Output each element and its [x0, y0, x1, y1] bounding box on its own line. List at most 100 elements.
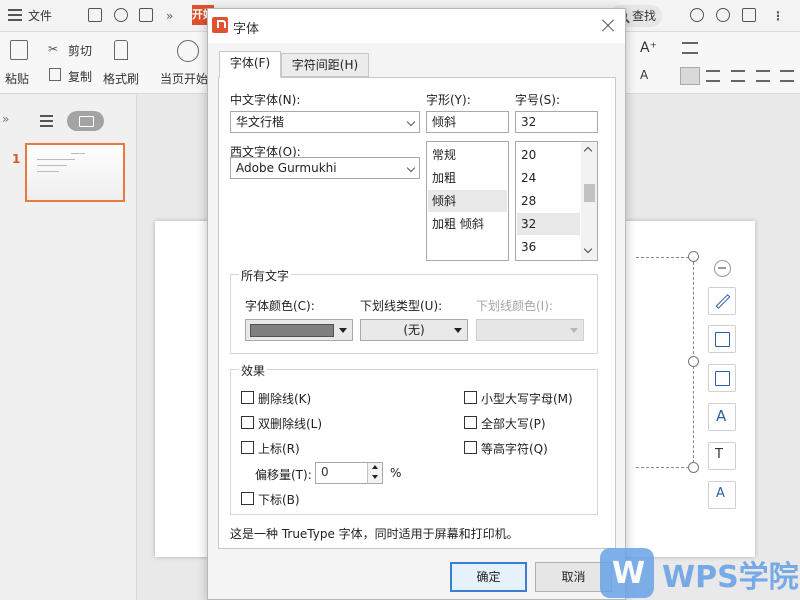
increment-icon[interactable] — [372, 465, 378, 469]
list-item[interactable]: 28 — [517, 190, 580, 212]
cut-button[interactable]: 剪切 — [68, 42, 92, 59]
western-font-select[interactable]: Adobe Gurmukhi — [230, 157, 420, 179]
format-painter-button[interactable]: 格式刷 — [103, 70, 139, 87]
underline-type-dropdown[interactable]: (无) — [360, 319, 468, 341]
outline-tool-button[interactable] — [708, 364, 736, 392]
align-center-icon[interactable] — [706, 70, 720, 82]
equal-height-label[interactable]: 等高字符(Q) — [481, 440, 548, 457]
collapse-pane-icon[interactable]: » — [2, 112, 9, 126]
selected-textbox[interactable] — [636, 257, 694, 468]
double-strikethrough-checkbox[interactable] — [241, 416, 254, 429]
copy-button[interactable]: 复制 — [68, 68, 92, 85]
text-format-tool-button[interactable]: A — [708, 481, 736, 509]
chevron-down-icon — [406, 163, 416, 173]
equal-height-checkbox[interactable] — [464, 441, 477, 454]
strikethrough-label[interactable]: 删除线(K) — [258, 390, 311, 407]
offset-value[interactable]: 0 — [321, 465, 329, 479]
dropdown-arrow-icon — [339, 328, 347, 333]
tab-character-spacing[interactable]: 字符间距(H) — [281, 53, 369, 77]
slide-thumbnail[interactable] — [25, 143, 125, 202]
paste-icon[interactable] — [10, 40, 28, 60]
dropdown-arrow-icon — [454, 328, 462, 333]
subscript-checkbox[interactable] — [241, 492, 254, 505]
decrement-icon[interactable] — [372, 475, 378, 479]
file-menu[interactable]: 文件 — [28, 7, 52, 25]
subscript-label[interactable]: 下标(B) — [258, 491, 300, 508]
chevron-down-icon — [406, 117, 416, 127]
list-item[interactable]: 24 — [517, 167, 580, 189]
from-current-slide-button[interactable]: 当页开始 — [160, 70, 208, 87]
list-item[interactable]: 加粗 倾斜 — [428, 213, 507, 235]
small-caps-label[interactable]: 小型大写字母(M) — [481, 390, 573, 407]
list-item[interactable]: 加粗 — [428, 167, 507, 189]
font-color-label: 字体颜色(C): — [245, 299, 315, 313]
fill-tool-button[interactable] — [708, 325, 736, 353]
text-box-tool-button[interactable]: T — [708, 442, 736, 470]
justify-icon[interactable] — [756, 70, 770, 82]
pen-tool-button[interactable] — [708, 287, 736, 315]
list-item[interactable]: 常规 — [428, 144, 507, 166]
scroll-down-icon[interactable] — [583, 244, 593, 254]
tab-font[interactable]: 字体(F) — [219, 51, 281, 78]
superscript-label[interactable]: 上标(R) — [258, 440, 300, 457]
paste-button[interactable]: 粘贴 — [5, 70, 29, 87]
pen-icon — [715, 294, 731, 309]
more-options-icon[interactable]: ⋮ — [772, 7, 784, 25]
search-label: 查找 — [632, 9, 657, 23]
font-color-swatch — [250, 324, 334, 337]
save-icon[interactable] — [88, 8, 102, 22]
all-text-title: 所有文字 — [239, 267, 292, 284]
close-icon[interactable] — [599, 17, 617, 35]
offset-label: 偏移量(T): — [255, 468, 312, 482]
distribute-icon[interactable] — [780, 70, 794, 82]
grow-font-icon[interactable]: A⁺ — [640, 40, 657, 56]
double-strikethrough-label[interactable]: 双删除线(L) — [258, 415, 322, 432]
list-item-selected[interactable]: 32 — [517, 213, 580, 235]
thumb-line — [71, 153, 85, 154]
font-size-list[interactable]: 20 24 28 32 36 — [515, 141, 598, 261]
spinner-buttons[interactable] — [367, 463, 382, 483]
font-color-dropdown[interactable] — [245, 319, 353, 341]
collapse-tools-icon[interactable] — [714, 260, 731, 277]
menu-icon[interactable] — [8, 9, 22, 21]
share-user-icon[interactable] — [716, 8, 730, 22]
print-icon[interactable] — [139, 8, 153, 22]
offset-spinner[interactable]: 0 — [315, 462, 383, 484]
chinese-font-label: 中文字体(N): — [230, 93, 301, 107]
thumbnail-view-toggle[interactable] — [67, 111, 104, 131]
align-right-icon[interactable] — [731, 70, 745, 82]
scroll-up-icon[interactable] — [583, 146, 593, 156]
superscript-checkbox[interactable] — [241, 441, 254, 454]
font-style-list[interactable]: 常规 加粗 倾斜 加粗 倾斜 — [426, 141, 509, 261]
resize-handle[interactable] — [688, 462, 699, 473]
font-style-input[interactable]: 倾斜 — [426, 111, 509, 133]
resize-handle[interactable] — [688, 356, 699, 367]
align-left-icon[interactable] — [680, 67, 700, 85]
shape-outline-icon — [715, 371, 730, 386]
font-color-icon[interactable]: A — [640, 68, 648, 82]
scissors-icon: ✂ — [48, 42, 59, 56]
underline-color-label: 下划线颜色(I): — [476, 299, 553, 313]
ok-button[interactable]: 确定 — [450, 562, 527, 592]
list-item[interactable]: 36 — [517, 236, 580, 258]
all-caps-label[interactable]: 全部大写(P) — [481, 415, 546, 432]
fill-bucket-icon — [715, 332, 730, 347]
list-item-selected[interactable]: 倾斜 — [428, 190, 507, 212]
strikethrough-checkbox[interactable] — [241, 391, 254, 404]
resize-handle[interactable] — [688, 251, 699, 262]
bullets-icon[interactable] — [682, 42, 698, 54]
scrollbar[interactable] — [581, 142, 597, 260]
all-caps-checkbox[interactable] — [464, 416, 477, 429]
chinese-font-select[interactable]: 华文行楷 — [230, 111, 420, 133]
list-item[interactable]: 20 — [517, 144, 580, 166]
share-icon[interactable] — [742, 8, 756, 22]
undo-icon[interactable] — [114, 8, 128, 22]
more-chevron-icon[interactable]: » — [166, 7, 173, 25]
small-caps-checkbox[interactable] — [464, 391, 477, 404]
cloud-icon[interactable] — [690, 8, 704, 22]
scrollbar-thumb[interactable] — [584, 184, 595, 202]
text-effect-button[interactable]: A — [708, 403, 736, 431]
font-size-input[interactable]: 32 — [515, 111, 598, 133]
underline-type-value: (无) — [403, 323, 425, 337]
outline-view-icon[interactable] — [40, 115, 53, 127]
